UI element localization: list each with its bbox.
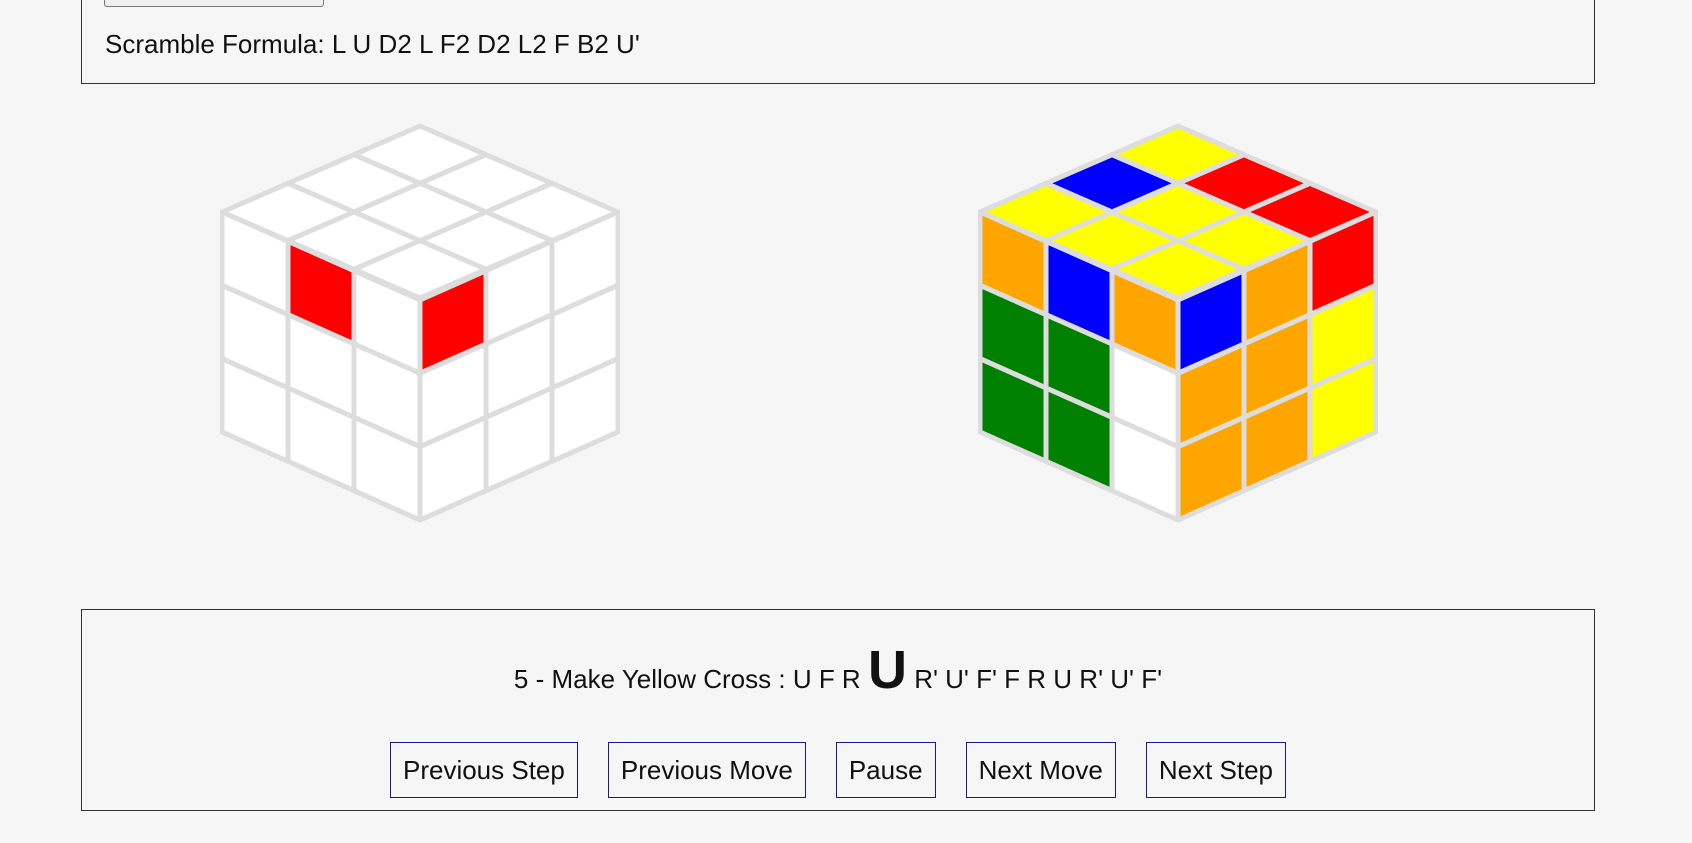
scramble-panel: Scramble Formula: L U D2 L F2 D2 L2 F B2…: [81, 0, 1595, 84]
pause-button[interactable]: Pause: [835, 742, 936, 798]
next-move-button[interactable]: Next Move: [965, 742, 1116, 798]
step-formula: 5 - Make Yellow Cross : U F R U R' U' F'…: [82, 640, 1594, 700]
scramble-button[interactable]: [104, 0, 324, 7]
moves-before: U F R: [792, 664, 861, 694]
target-cube: [220, 123, 620, 523]
current-move: U: [867, 640, 907, 700]
current-cube: [978, 123, 1378, 523]
previous-step-button[interactable]: Previous Step: [389, 742, 578, 798]
next-step-button[interactable]: Next Step: [1145, 742, 1286, 798]
solution-panel: 5 - Make Yellow Cross : U F R U R' U' F'…: [81, 609, 1595, 811]
playback-controls: Previous Step Previous Move Pause Next M…: [82, 742, 1594, 798]
step-title: 5 - Make Yellow Cross :: [513, 664, 786, 694]
scramble-formula: Scramble Formula: L U D2 L F2 D2 L2 F B2…: [105, 29, 640, 59]
previous-move-button[interactable]: Previous Move: [607, 742, 806, 798]
moves-after: R' U' F' F R U R' U' F': [914, 664, 1163, 694]
